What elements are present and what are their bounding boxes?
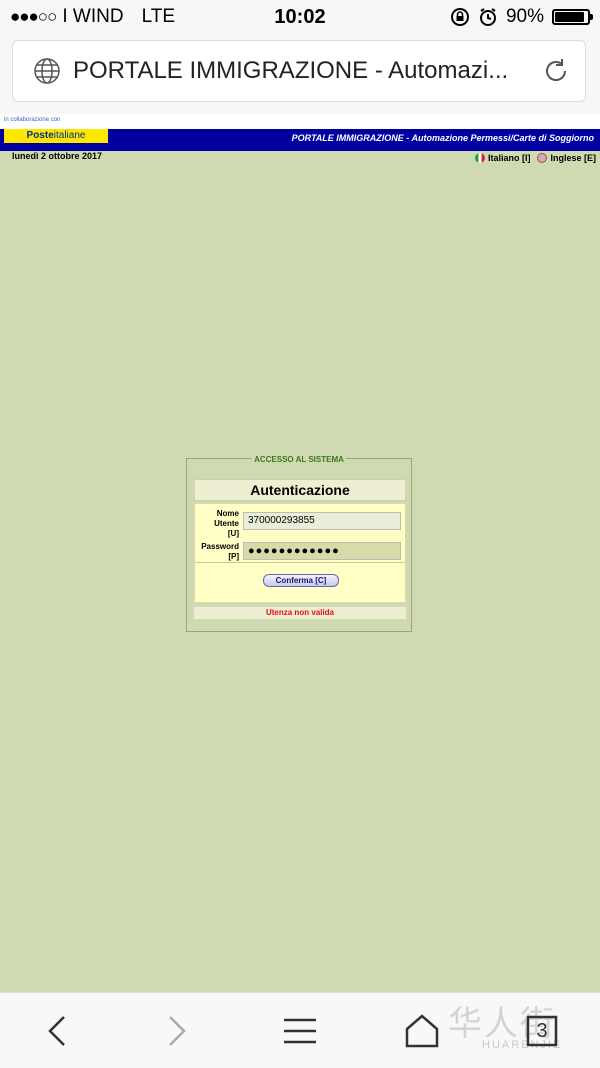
tab-count: 3 [536,1020,548,1042]
collaboration-text: in collaborazione con [4,117,61,123]
page-title: PORTALE IMMIGRAZIONE - Automazi... [73,57,509,84]
lang-english-link[interactable]: Inglese [E] [550,153,596,163]
chevron-right-icon [169,1016,186,1046]
orientation-lock-icon [450,8,469,26]
home-button[interactable] [402,1011,442,1051]
password-input[interactable]: ●●●●●●●●●●●● [243,542,401,560]
username-label: Nome Utente [U] [214,509,239,538]
italian-flag-icon [474,153,485,163]
poste-italiane-logo: Posteitaliane [4,129,108,143]
chevron-left-icon [48,1016,65,1046]
login-fieldset: ACCESSO AL SISTEMA Autenticazione Nome U… [186,455,412,632]
logo-text-light: italiane [53,130,86,141]
logo-text-bold: Poste [26,130,54,141]
status-right: 90% [450,6,593,28]
tabs-button[interactable]: 3 [522,1011,562,1051]
web-page: in collaborazione con Posteitaliane PORT… [0,114,600,992]
address-bar[interactable]: PORTALE IMMIGRAZIONE - Automazi... [12,40,586,102]
hamburger-menu-icon [284,1018,316,1044]
battery-percent: 90% [505,6,544,27]
form-divider [195,562,405,563]
error-message: Utenza non valida [194,607,406,619]
reload-icon[interactable] [541,56,571,86]
confirm-button[interactable]: Conferma [C] [263,574,339,587]
login-legend: ACCESSO AL SISTEMA [252,455,346,464]
globe-icon [34,58,60,84]
forward-button[interactable] [156,1011,196,1051]
browser-toolbar: 华人街 HUARENJIE 3 [0,992,600,1068]
battery-icon [552,9,593,25]
password-label: Password [P] [201,542,239,561]
alarm-icon [479,8,496,26]
back-button[interactable] [38,1011,78,1051]
status-bar: ●●●○○ I WIND LTE 10:02 90% [0,0,600,34]
home-icon [405,1014,439,1048]
login-form: Nome Utente [U] 370000293855 Password [P… [194,503,406,603]
portal-title: PORTALE IMMIGRAZIONE - Automazione Perme… [291,133,594,143]
browser-address-area: PORTALE IMMIGRAZIONE - Automazi... [0,34,600,114]
username-input[interactable]: 370000293855 [243,512,401,530]
current-date: lunedì 2 ottobre 2017 [12,151,103,161]
menu-button[interactable] [280,1011,320,1051]
english-flag-icon [537,153,548,163]
page-top-strip [0,114,600,130]
auth-heading: Autenticazione [194,479,406,501]
lang-italian-link[interactable]: Italiano [I] [488,153,531,163]
language-selector: Italiano [I] Inglese [E] [474,153,596,163]
